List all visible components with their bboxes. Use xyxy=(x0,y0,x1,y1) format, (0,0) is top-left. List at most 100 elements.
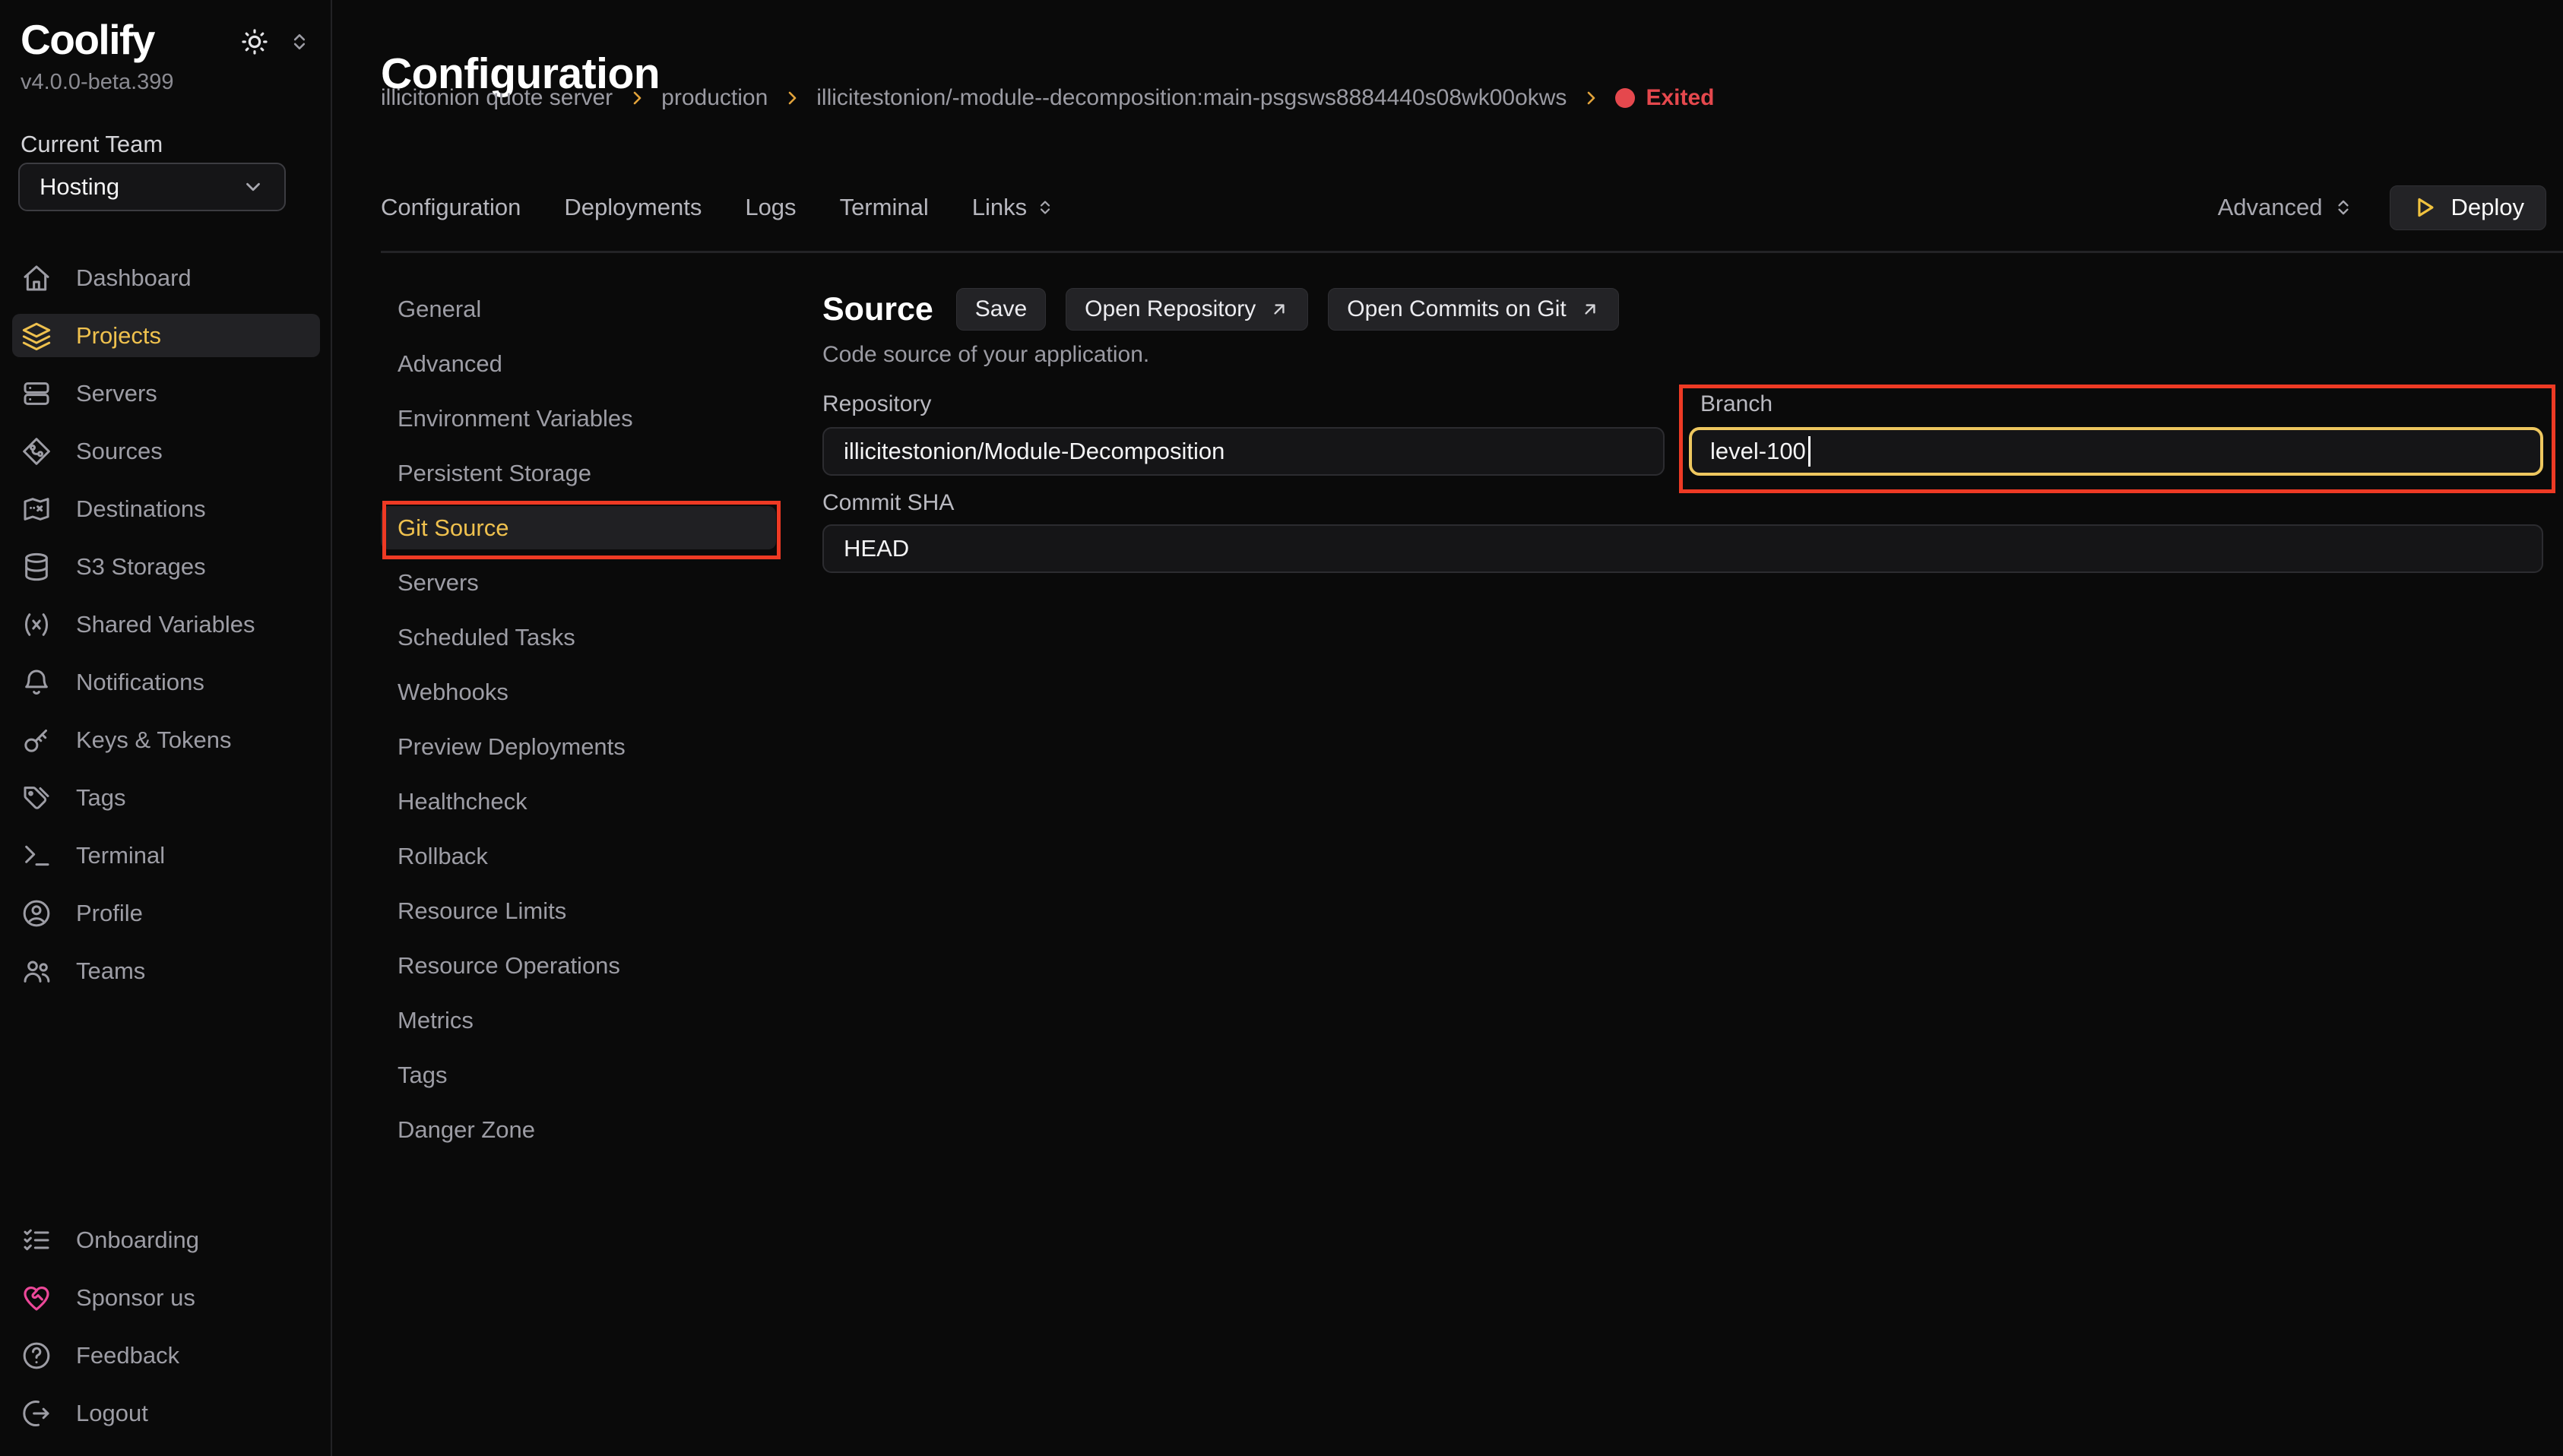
sidebar-item-s3-storages[interactable]: S3 Storages xyxy=(12,545,320,588)
subnav-item-general[interactable]: General xyxy=(381,287,776,331)
bell-icon xyxy=(21,667,52,698)
current-team-label: Current Team xyxy=(21,131,163,158)
open-commits-button[interactable]: Open Commits on Git xyxy=(1328,288,1618,331)
tab-links[interactable]: Links xyxy=(972,194,1054,221)
subnav-item-scheduled-tasks[interactable]: Scheduled Tasks xyxy=(381,616,776,659)
server-icon xyxy=(21,378,52,409)
team-select-value: Hosting xyxy=(40,173,119,201)
play-icon xyxy=(2412,195,2438,220)
status-text: Exited xyxy=(1646,85,1714,111)
subnav-item-webhooks[interactable]: Webhooks xyxy=(381,670,776,714)
chevron-right-icon xyxy=(1582,89,1600,107)
subnav-item-healthcheck[interactable]: Healthcheck xyxy=(381,780,776,823)
help-circle-icon xyxy=(21,1340,52,1371)
advanced-menu[interactable]: Advanced xyxy=(2218,194,2353,221)
subnav-item-persistent-storage[interactable]: Persistent Storage xyxy=(381,451,776,495)
logout-icon xyxy=(21,1398,52,1429)
arrow-up-right-icon xyxy=(1580,299,1600,319)
header-actions: Advanced Deploy xyxy=(2218,185,2546,229)
heart-handshake-icon xyxy=(21,1283,52,1313)
sun-icon xyxy=(240,27,269,56)
arrow-up-right-icon xyxy=(1269,299,1289,319)
subnav-item-danger-zone[interactable]: Danger Zone xyxy=(381,1108,776,1151)
subnav-item-preview-deployments[interactable]: Preview Deployments xyxy=(381,725,776,768)
key-icon xyxy=(21,725,52,755)
app-logo[interactable]: Coolify xyxy=(21,15,154,64)
subnav-item-advanced[interactable]: Advanced xyxy=(381,342,776,385)
tab-divider xyxy=(381,251,2563,253)
database-icon xyxy=(21,552,52,582)
breadcrumb-project[interactable]: illicitonion quote server xyxy=(381,85,613,111)
chevrons-up-down-icon xyxy=(289,31,310,52)
sidebar-item-shared-variables[interactable]: Shared Variables xyxy=(12,603,320,646)
sidebar-item-keys-tokens[interactable]: Keys & Tokens xyxy=(12,718,320,761)
subnav-item-resource-limits[interactable]: Resource Limits xyxy=(381,889,776,932)
chevrons-up-down-icon xyxy=(2333,198,2353,217)
user-circle-icon xyxy=(21,898,52,929)
sidebar-item-profile[interactable]: Profile xyxy=(12,891,320,935)
subnav-item-environment-variables[interactable]: Environment Variables xyxy=(381,397,776,440)
layers-icon xyxy=(21,321,52,351)
sidebar-item-dashboard[interactable]: Dashboard xyxy=(12,256,320,299)
breadcrumb-resource[interactable]: illicitestonion/-module--decomposition:m… xyxy=(816,85,1567,111)
chevron-right-icon xyxy=(628,89,646,107)
git-source-icon xyxy=(21,436,52,467)
sidebar-item-sources[interactable]: Sources xyxy=(12,429,320,473)
deploy-button[interactable]: Deploy xyxy=(2390,185,2547,230)
status-badge: Exited xyxy=(1615,85,1714,111)
settings-subnav: General Advanced Environment Variables P… xyxy=(381,287,776,1163)
sidebar-item-teams[interactable]: Teams xyxy=(12,949,320,992)
sidebar-item-sponsor[interactable]: Sponsor us xyxy=(12,1276,320,1319)
commit-sha-input[interactable]: HEAD xyxy=(822,524,2543,573)
commit-sha-label: Commit SHA xyxy=(822,490,954,516)
breadcrumb: illicitonion quote server production ill… xyxy=(381,85,1714,111)
save-button[interactable]: Save xyxy=(956,288,1046,331)
terminal-icon xyxy=(21,840,52,871)
app-version: v4.0.0-beta.399 xyxy=(21,70,174,95)
sidebar-item-projects[interactable]: Projects xyxy=(12,314,320,357)
tab-terminal[interactable]: Terminal xyxy=(840,194,929,221)
source-heading: Source xyxy=(822,291,933,328)
sidebar-item-destinations[interactable]: Destinations xyxy=(12,487,320,530)
sidebar-item-feedback[interactable]: Feedback xyxy=(12,1334,320,1377)
repository-label: Repository xyxy=(822,391,931,417)
subnav-item-rollback[interactable]: Rollback xyxy=(381,834,776,878)
subnav-item-git-source[interactable]: Git Source xyxy=(381,506,776,549)
open-repository-button[interactable]: Open Repository xyxy=(1066,288,1308,331)
map-icon xyxy=(21,494,52,524)
status-dot xyxy=(1615,88,1635,108)
branch-label: Branch xyxy=(1700,391,1773,417)
subnav-item-metrics[interactable]: Metrics xyxy=(381,999,776,1042)
coolify-app: Coolify v4.0.0-beta.399 Current Team Hos… xyxy=(0,0,2563,1456)
tab-logs[interactable]: Logs xyxy=(745,194,796,221)
sidebar: Coolify v4.0.0-beta.399 Current Team Hos… xyxy=(0,0,332,1456)
source-description: Code source of your application. xyxy=(822,342,1149,368)
tab-bar: Configuration Deployments Logs Terminal … xyxy=(381,185,1054,229)
home-icon xyxy=(21,263,52,293)
chevrons-up-down-icon xyxy=(1036,198,1054,217)
chevron-right-icon xyxy=(783,89,801,107)
tags-icon xyxy=(21,783,52,813)
branch-input[interactable]: level-100 xyxy=(1689,427,2543,476)
sidebar-item-tags[interactable]: Tags xyxy=(12,776,320,819)
tab-configuration[interactable]: Configuration xyxy=(381,194,521,221)
team-select[interactable]: Hosting xyxy=(18,163,286,211)
sidebar-item-terminal[interactable]: Terminal xyxy=(12,834,320,877)
subnav-item-tags[interactable]: Tags xyxy=(381,1053,776,1097)
subnav-item-resource-operations[interactable]: Resource Operations xyxy=(381,944,776,987)
subnav-item-servers[interactable]: Servers xyxy=(381,561,776,604)
theme-select[interactable] xyxy=(240,27,310,56)
breadcrumb-environment[interactable]: production xyxy=(661,85,768,111)
users-icon xyxy=(21,956,52,986)
repository-input[interactable]: illicitestonion/Module-Decomposition xyxy=(822,427,1665,476)
tab-deployments[interactable]: Deployments xyxy=(564,194,702,221)
sidebar-item-notifications[interactable]: Notifications xyxy=(12,660,320,704)
sidebar-footer-nav: Onboarding Sponsor us Feedback Logout xyxy=(12,1218,320,1449)
sidebar-nav: Dashboard Projects Servers Sources Desti… xyxy=(12,256,320,1007)
chevron-down-icon xyxy=(242,176,265,198)
sidebar-item-onboarding[interactable]: Onboarding xyxy=(12,1218,320,1261)
variable-icon xyxy=(21,609,52,640)
sidebar-item-servers[interactable]: Servers xyxy=(12,372,320,415)
source-heading-row: Source Save Open Repository Open Commits… xyxy=(822,287,1619,331)
sidebar-item-logout[interactable]: Logout xyxy=(12,1391,320,1435)
